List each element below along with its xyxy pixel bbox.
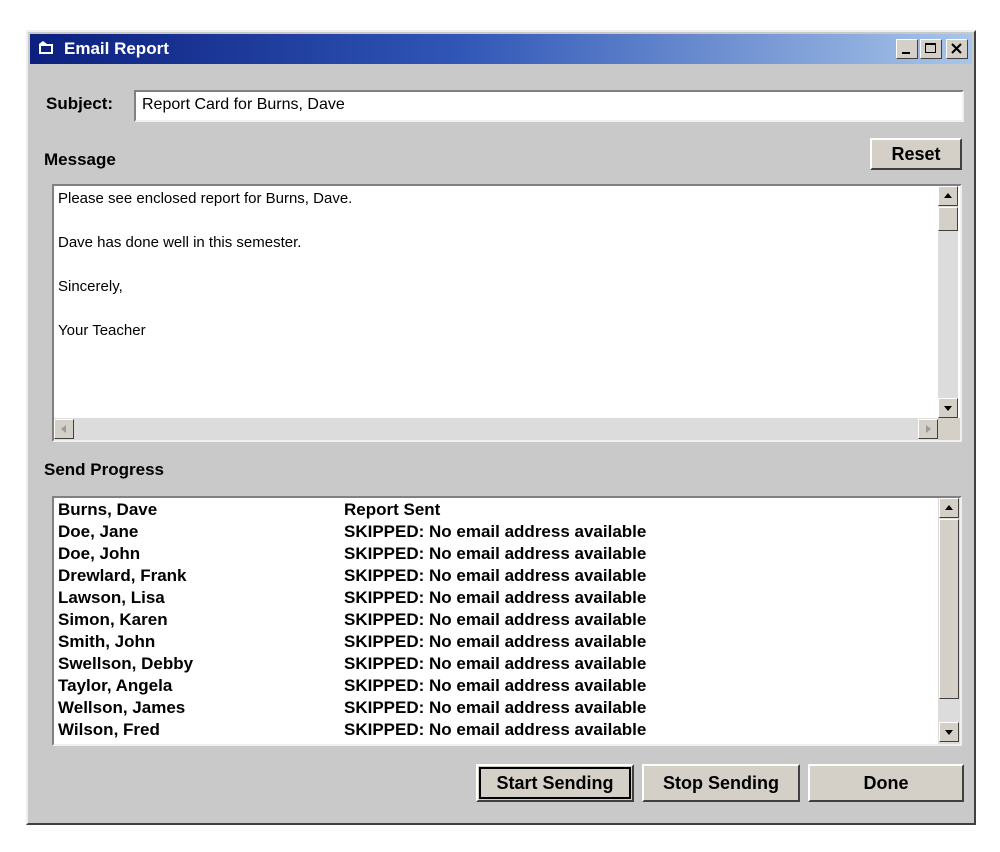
stop-sending-button[interactable]: Stop Sending (642, 764, 800, 802)
email-report-window: Email Report Subject: Report Card for Bu… (26, 30, 976, 825)
progress-vertical-scrollbar[interactable] (938, 498, 960, 744)
start-sending-button[interactable]: Start Sending (476, 764, 634, 802)
window-title: Email Report (64, 39, 169, 58)
message-line: Please see enclosed report for Burns, Da… (58, 190, 353, 207)
scroll-up-arrow-icon[interactable] (939, 498, 959, 518)
report-app-icon (38, 41, 56, 57)
minimize-button[interactable] (896, 39, 918, 59)
subject-input[interactable]: Report Card for Burns, Dave (134, 90, 964, 122)
scroll-thumb[interactable] (939, 519, 959, 699)
done-button[interactable]: Done (808, 764, 964, 802)
message-textarea[interactable]: Please see enclosed report for Burns, Da… (52, 184, 962, 442)
subject-value: Report Card for Burns, Dave (142, 96, 345, 113)
close-button[interactable] (946, 39, 968, 59)
title-bar[interactable]: Email Report (30, 34, 972, 64)
maximize-button[interactable] (920, 39, 942, 59)
scroll-left-arrow-icon[interactable] (54, 419, 74, 439)
message-line: Your Teacher (58, 322, 146, 339)
message-horizontal-scrollbar[interactable] (54, 418, 938, 440)
message-vertical-scrollbar[interactable] (938, 186, 958, 418)
send-progress-label: Send Progress (44, 460, 164, 479)
scrollbar-corner (938, 418, 960, 440)
message-label: Message (44, 150, 116, 169)
message-line: Sincerely, (58, 278, 123, 295)
scroll-up-arrow-icon[interactable] (938, 186, 958, 206)
scroll-down-arrow-icon[interactable] (939, 722, 959, 742)
subject-label: Subject: (46, 94, 114, 113)
scroll-thumb[interactable] (938, 207, 958, 231)
send-progress-list[interactable]: Burns, Dave Report Sent Doe, Jane SKIPPED:… (52, 496, 962, 746)
message-line: Dave has done well in this semester. (58, 234, 302, 251)
reset-button[interactable]: Reset (870, 138, 962, 170)
scroll-down-arrow-icon[interactable] (938, 398, 958, 418)
scroll-right-arrow-icon[interactable] (918, 419, 938, 439)
